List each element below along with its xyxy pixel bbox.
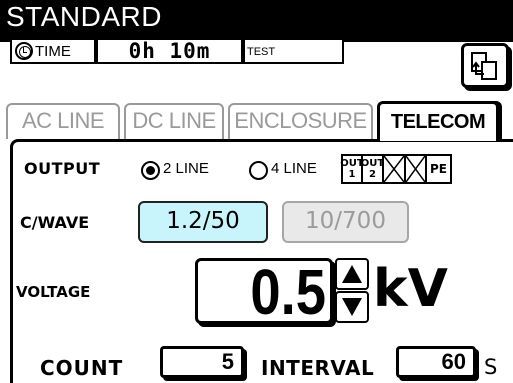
cross-icon (406, 156, 425, 182)
wave-10-700-button[interactable]: 10/700 (282, 201, 409, 243)
voltage-unit: kV (373, 259, 448, 319)
interval-label: INTERVAL (261, 356, 375, 380)
radio-4-line[interactable] (249, 161, 268, 180)
output-terminal-pe[interactable]: PE (425, 154, 452, 184)
test-box: TEST (243, 38, 344, 64)
triangle-up-icon (342, 265, 362, 283)
time-label: TIME (35, 42, 71, 60)
cwave-label: C/WAVE (20, 213, 90, 232)
test-label: TEST (247, 46, 276, 58)
time-value: 0h 10m (128, 39, 211, 63)
output-terminal-out2[interactable]: OUT 2 (361, 154, 384, 184)
tab-ac-line[interactable]: AC LINE (6, 103, 120, 139)
terminal-number: 2 (369, 169, 376, 180)
wave-1-2-50-button[interactable]: 1.2/50 (138, 201, 268, 243)
interval-unit: S (484, 355, 498, 379)
voltage-down-button[interactable] (335, 291, 369, 323)
voltage-label: VOLTAGE (16, 283, 91, 301)
tab-telecom[interactable]: TELECOM (377, 101, 499, 141)
time-label-box: TIME (10, 38, 96, 64)
output-label: OUTPUT (24, 159, 101, 178)
output-terminal-unused-1[interactable] (382, 154, 406, 184)
interval-input[interactable]: 60 (396, 346, 476, 378)
title-bar: STANDARD (0, 0, 513, 42)
radio-4-line-label[interactable]: 4 LINE (271, 160, 317, 177)
copy-button[interactable] (461, 43, 509, 88)
triangle-down-icon (342, 298, 362, 316)
count-label: COUNT (40, 356, 124, 380)
output-terminal-out1[interactable]: OUT 1 (340, 154, 364, 184)
time-value-box: 0h 10m (96, 38, 243, 64)
page-title: STANDARD (6, 1, 162, 32)
cross-icon (384, 156, 404, 182)
clock-icon (15, 42, 33, 60)
tab-dc-line[interactable]: DC LINE (124, 103, 224, 139)
output-terminal-unused-2[interactable] (404, 154, 427, 184)
terminal-label: PE (430, 161, 447, 176)
copy-pages-icon (471, 51, 497, 80)
voltage-value: 0.5 (250, 256, 326, 328)
count-input[interactable]: 5 (160, 346, 244, 378)
radio-2-line-label[interactable]: 2 LINE (163, 160, 209, 177)
voltage-input[interactable]: 0.5 (195, 256, 333, 328)
terminal-number: 1 (348, 169, 356, 180)
voltage-up-button[interactable] (335, 258, 369, 290)
tab-enclosure[interactable]: ENCLOSURE (228, 103, 373, 139)
terminal-label: OUT (360, 158, 385, 169)
radio-2-line[interactable] (141, 161, 160, 180)
